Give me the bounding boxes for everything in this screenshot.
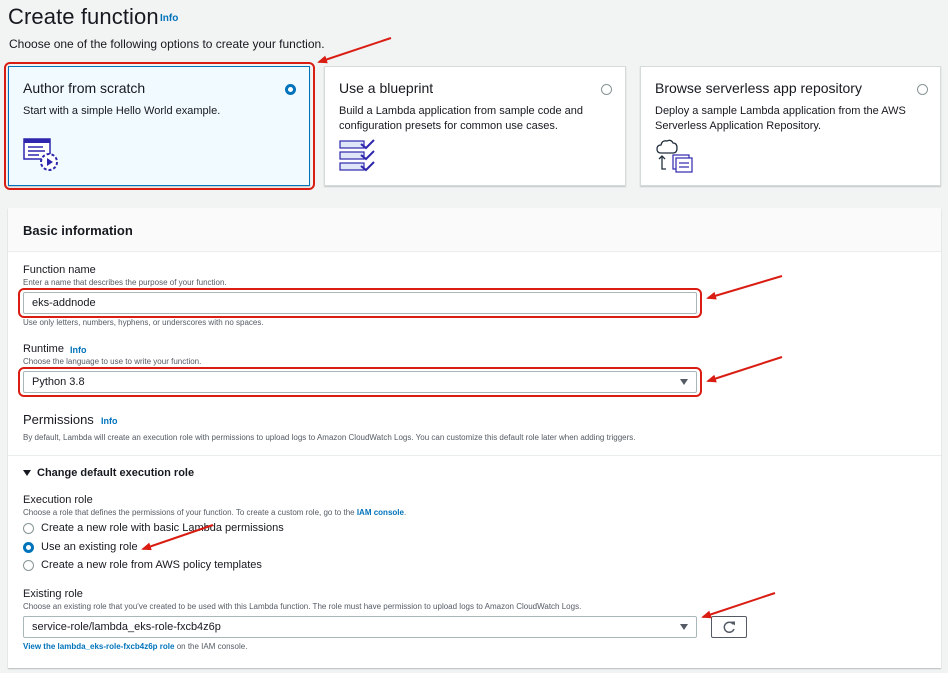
annotation-arrows [141, 37, 783, 619]
annotation-arrow-icon [701, 592, 776, 619]
annotation-arrow-icon [706, 356, 783, 383]
annotation-arrow-icon [317, 37, 392, 64]
annotation-arrow-icon [706, 275, 783, 300]
annotation-arrow-icon [141, 524, 214, 551]
